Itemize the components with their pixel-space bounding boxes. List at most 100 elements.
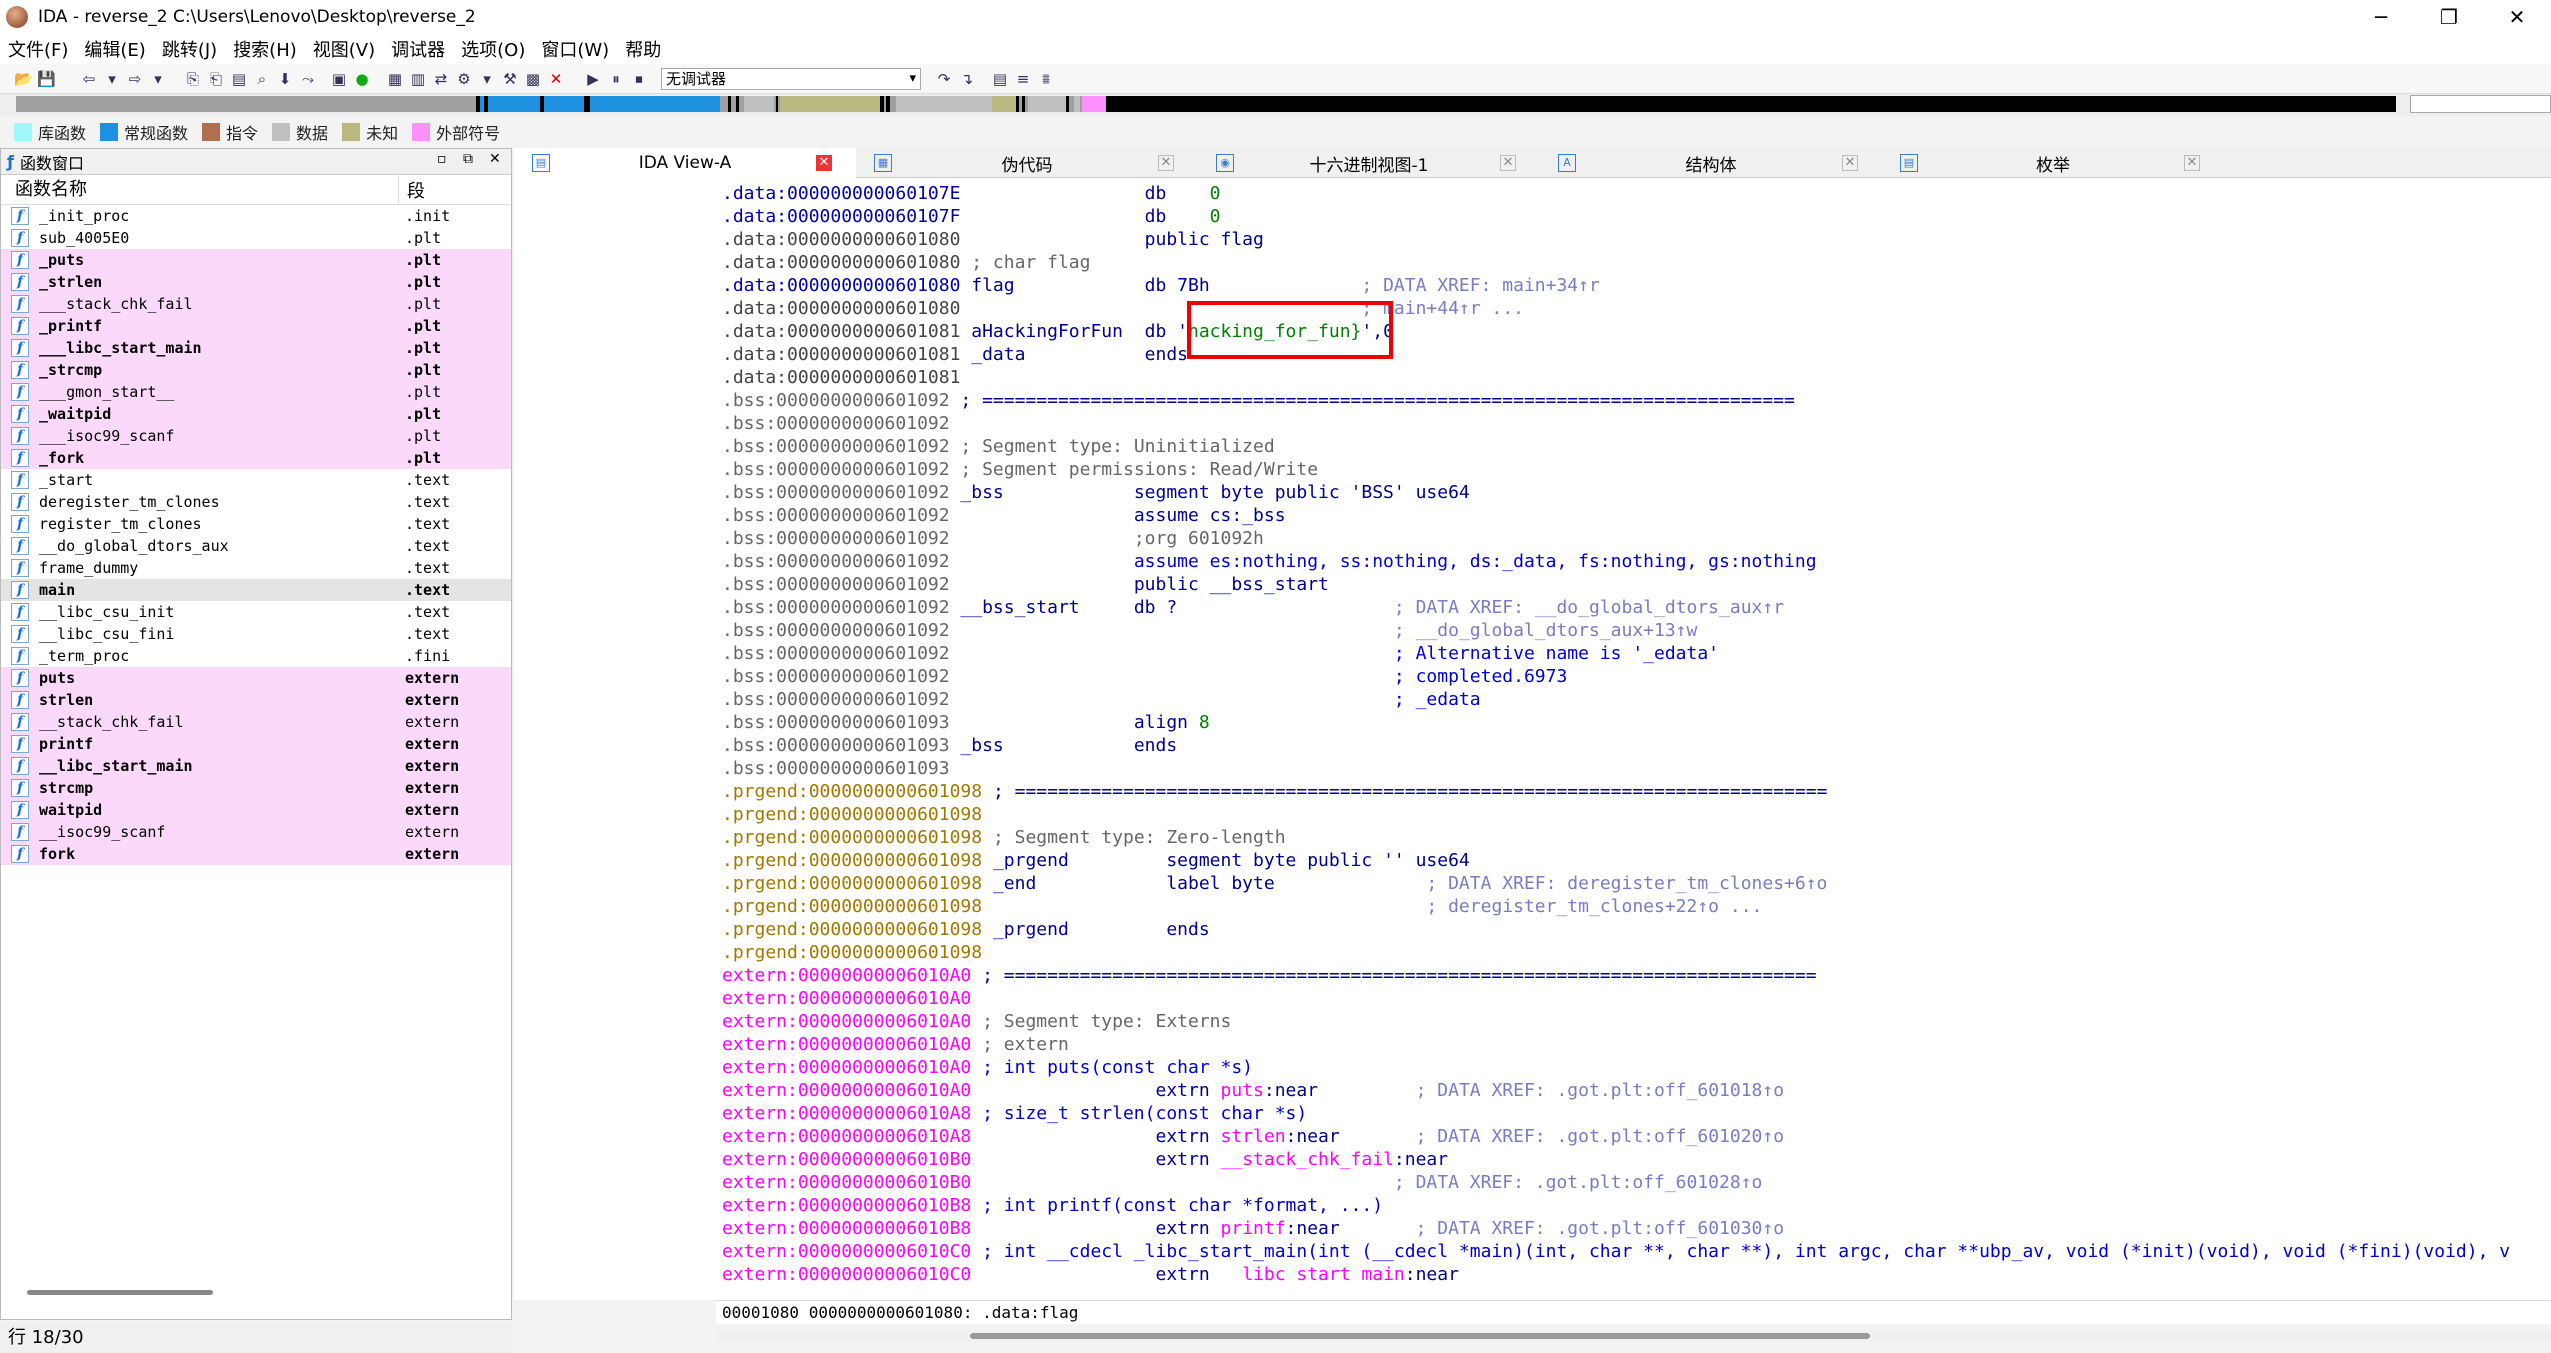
function-row[interactable]: f _init_proc .init — [1, 205, 511, 227]
navigation-strip[interactable] — [16, 96, 2396, 112]
function-row[interactable]: f _puts .plt — [1, 249, 511, 271]
function-row[interactable]: f fork extern — [1, 843, 511, 865]
menu-windows[interactable]: 窗口(W) — [541, 36, 609, 62]
navigation-dropdown[interactable] — [2410, 95, 2551, 113]
step-into-icon[interactable]: ↴ — [958, 70, 976, 88]
debugger-select[interactable]: 无调试器 — [661, 67, 921, 90]
binary-icon[interactable]: ▤ — [230, 70, 248, 88]
function-row[interactable]: f strlen extern — [1, 689, 511, 711]
listing-line[interactable]: .bss:0000000000601093 — [722, 757, 2542, 780]
menu-view[interactable]: 视图(V) — [313, 36, 375, 62]
function-row[interactable]: f __libc_start_main extern — [1, 755, 511, 777]
listing-line[interactable]: •extern:00000000006010B0 extrn __stack_c… — [722, 1148, 2542, 1171]
listing-line[interactable]: .prgend:0000000000601098 _prgend segment… — [722, 849, 2542, 872]
listing-line[interactable]: .prgend:0000000000601098 _prgend ends — [722, 918, 2542, 941]
close-tab-icon[interactable]: ✕ — [1842, 155, 1858, 171]
function-row[interactable]: f strcmp extern — [1, 777, 511, 799]
scroll-thumb[interactable] — [970, 1333, 1870, 1339]
dropdown-arrow-icon[interactable]: ▾ — [103, 70, 121, 88]
listing-line[interactable]: .bss:0000000000601092 ; Segment permissi… — [722, 458, 2542, 481]
listing-line[interactable]: .bss:0000000000601093 _bss ends — [722, 734, 2542, 757]
function-row[interactable]: f ___gmon_start__ .plt — [1, 381, 511, 403]
listing-line[interactable]: •.bss:0000000000601092 __bss_start db ? … — [722, 596, 2542, 619]
trace-icon[interactable]: ≡ — [1014, 70, 1032, 88]
listing-hscrollbar[interactable] — [716, 1330, 2551, 1342]
close-tab-icon[interactable]: ✕ — [1158, 155, 1174, 171]
listing-line[interactable]: .bss:0000000000601092 ; Alternative name… — [722, 642, 2542, 665]
graph-icon[interactable]: ▣ — [330, 70, 348, 88]
functions-hscrollbar[interactable] — [27, 1290, 213, 1295]
menu-help[interactable]: 帮助 — [625, 36, 661, 62]
listing-line[interactable]: .prgend:0000000000601098 ; =============… — [722, 780, 2542, 803]
function-row[interactable]: f _waitpid .plt — [1, 403, 511, 425]
ida-view-a[interactable]: •.data:000000000060107E db 0•.data:00000… — [514, 178, 2551, 1300]
listing-line[interactable]: .bss:0000000000601092 _bss segment byte … — [722, 481, 2542, 504]
function-row[interactable]: f __libc_csu_init .text — [1, 601, 511, 623]
function-row[interactable]: f deregister_tm_clones .text — [1, 491, 511, 513]
listing-line[interactable]: .data:0000000000601080 ; char flag — [722, 251, 2542, 274]
menu-search[interactable]: 搜索(H) — [233, 36, 297, 62]
listing-line[interactable]: •.prgend:0000000000601098 _end label byt… — [722, 872, 2542, 895]
tab-pseudocode[interactable]: ▦ 伪代码 ✕ — [856, 148, 1198, 178]
listing-line[interactable]: .prgend:0000000000601098 ; deregister_tm… — [722, 895, 2542, 918]
menu-file[interactable]: 文件(F) — [8, 36, 68, 62]
function-row[interactable]: f __do_global_dtors_aux .text — [1, 535, 511, 557]
listing-line[interactable]: •.bss:0000000000601093 align 8 — [722, 711, 2542, 734]
listing-line[interactable]: extern:00000000006010A8 ; size_t strlen(… — [722, 1102, 2542, 1125]
listing-line[interactable]: .bss:0000000000601092 ; Segment type: Un… — [722, 435, 2542, 458]
function-row[interactable]: f _start .text — [1, 469, 511, 491]
listing-line[interactable]: .bss:0000000000601092 assume es:nothing,… — [722, 550, 2542, 573]
listing-line[interactable]: .prgend:0000000000601098 ; Segment type:… — [722, 826, 2542, 849]
save-icon[interactable]: 💾 — [37, 70, 56, 88]
listing-line[interactable]: extern:00000000006010A0 ; extern — [722, 1033, 2542, 1056]
listing-line[interactable]: •.data:000000000060107F db 0 — [722, 205, 2542, 228]
start-debug-icon[interactable]: ▶ — [584, 70, 602, 88]
listing-line[interactable]: extern:00000000006010A0 ; Segment type: … — [722, 1010, 2542, 1033]
listing-line[interactable]: .bss:0000000000601092 public __bss_start — [722, 573, 2542, 596]
listing-line[interactable]: .bss:0000000000601092 ; completed.6973 — [722, 665, 2542, 688]
listing-line[interactable]: .bss:0000000000601092 ; __do_global_dtor… — [722, 619, 2542, 642]
listing-line[interactable]: extern:00000000006010B8 ; int printf(con… — [722, 1194, 2542, 1217]
flow-chart-icon[interactable]: ▥ — [409, 70, 427, 88]
tab-ida-view[interactable]: ▤ IDA View-A ✕ — [514, 148, 856, 178]
listing-line[interactable]: .bss:0000000000601092 ;org 601092h — [722, 527, 2542, 550]
copy-icon[interactable]: ⎘ — [184, 70, 202, 88]
listing-line[interactable]: .bss:0000000000601092 ; ================… — [722, 389, 2542, 412]
listing-line[interactable]: •extern:00000000006010B8 extrn printf:ne… — [722, 1217, 2542, 1240]
column-function-name[interactable]: 函数名称 — [1, 174, 399, 205]
down-arrow-icon[interactable]: ⬇ — [276, 70, 294, 88]
plugin-icon[interactable]: ⚒ — [501, 70, 519, 88]
function-row[interactable]: f _strcmp .plt — [1, 359, 511, 381]
listing-line[interactable]: extern:00000000006010C0 ; int __cdecl _l… — [722, 1240, 2542, 1263]
step-icon[interactable]: ↷ — [935, 70, 953, 88]
menu-debugger[interactable]: 调试器 — [391, 36, 445, 62]
function-row[interactable]: f register_tm_clones .text — [1, 513, 511, 535]
function-row[interactable]: f __stack_chk_fail extern — [1, 711, 511, 733]
menu-options[interactable]: 选项(O) — [461, 36, 525, 62]
tab-enums[interactable]: ▤ 枚举 ✕ — [1882, 148, 2224, 178]
close-tab-icon[interactable]: ✕ — [2184, 155, 2200, 171]
function-row[interactable]: f __libc_csu_fini .text — [1, 623, 511, 645]
chart-icon[interactable]: ▦ — [386, 70, 404, 88]
call-graph-icon[interactable]: ⚙ — [455, 70, 473, 88]
listing-line[interactable]: .data:0000000000601080 public flag — [722, 228, 2542, 251]
close-tab-icon[interactable]: ✕ — [816, 155, 832, 171]
listing-line[interactable]: extern:00000000006010A0 ; int puts(const… — [722, 1056, 2542, 1079]
breakpoints-icon[interactable]: ▤ — [991, 70, 1009, 88]
jump-icon[interactable]: ⤳ — [299, 70, 317, 88]
function-row[interactable]: f frame_dummy .text — [1, 557, 511, 579]
function-row[interactable]: f waitpid extern — [1, 799, 511, 821]
listing-line[interactable]: .prgend:0000000000601098 — [722, 941, 2542, 964]
maximize-button[interactable]: ❐ — [2415, 0, 2483, 34]
tab-structures[interactable]: A 结构体 ✕ — [1540, 148, 1882, 178]
listing-line[interactable]: .bss:0000000000601092 — [722, 412, 2542, 435]
close-panel-icon[interactable]: ✕ — [489, 151, 501, 167]
listing-line[interactable]: .bss:0000000000601092 ; _edata — [722, 688, 2542, 711]
forward-icon[interactable]: ⇨ — [126, 70, 144, 88]
delete-icon[interactable]: ✕ — [547, 70, 565, 88]
back-icon[interactable]: ⇦ — [80, 70, 98, 88]
tracing-icon[interactable]: ⩩ — [1037, 70, 1055, 88]
stop-icon[interactable]: ⏹ — [630, 70, 648, 88]
paste-icon[interactable]: ⎗ — [207, 70, 225, 88]
run-icon[interactable]: ● — [353, 70, 371, 88]
